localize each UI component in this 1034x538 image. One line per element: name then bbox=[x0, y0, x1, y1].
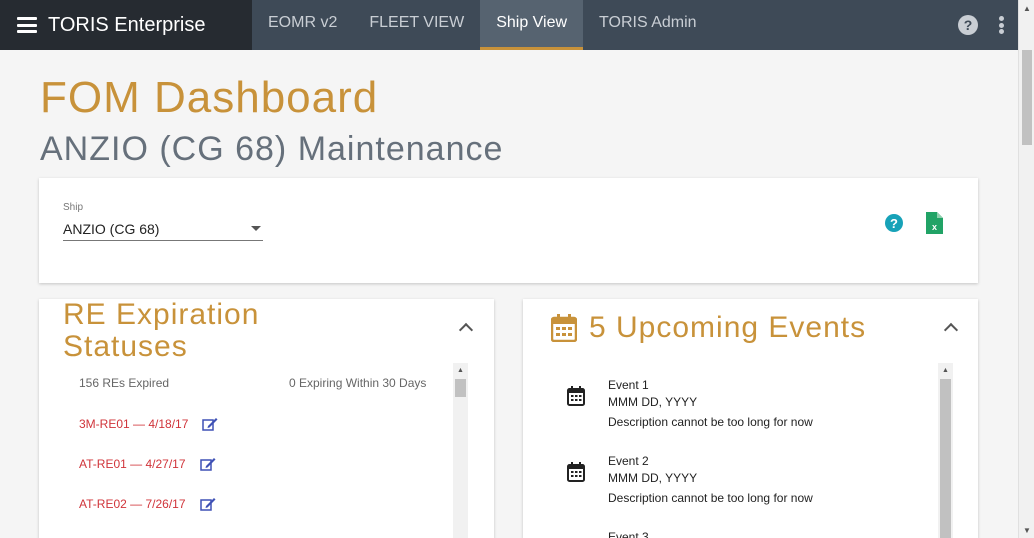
re-item-link[interactable]: AT-RE01 — 4/27/17 bbox=[79, 457, 186, 471]
collapse-chevron-icon[interactable] bbox=[943, 322, 959, 338]
excel-file-icon[interactable]: x bbox=[925, 212, 943, 234]
expiring-count: 0 Expiring Within 30 Days bbox=[289, 376, 427, 390]
tab-ship-view[interactable]: Ship View bbox=[480, 0, 584, 50]
hamburger-menu-icon[interactable] bbox=[17, 17, 37, 33]
calendar-icon bbox=[567, 462, 585, 482]
re-item-link[interactable]: AT-RE02 — 7/26/17 bbox=[79, 497, 186, 511]
calendar-icon bbox=[551, 314, 577, 342]
upcoming-events-panel: 5 Upcoming Events Event 1 MMM DD, YYYY D… bbox=[523, 299, 978, 538]
list-item: 3M-RE01 — 4/18/17 bbox=[79, 414, 218, 434]
brand: TORIS Enterprise bbox=[0, 0, 252, 50]
event-date: MMM DD, YYYY bbox=[608, 471, 698, 485]
scrollbar-thumb[interactable] bbox=[940, 379, 951, 538]
event-name: Event 1 bbox=[608, 378, 649, 392]
page-subtitle: ANZIO (CG 68) Maintenance bbox=[40, 130, 504, 168]
event-date: MMM DD, YYYY bbox=[608, 395, 698, 409]
scroll-up-arrow-icon[interactable]: ▲ bbox=[1019, 0, 1034, 16]
help-icon[interactable]: ? bbox=[885, 214, 903, 232]
re-panel-title: RE Expiration Statuses bbox=[63, 299, 259, 363]
event-name: Event 2 bbox=[608, 454, 649, 468]
tab-fleet-view[interactable]: FLEET VIEW bbox=[353, 0, 480, 50]
svg-text:x: x bbox=[932, 222, 937, 232]
re-panel-title-line1: RE Expiration bbox=[63, 298, 260, 331]
tab-eomr-v2[interactable]: EOMR v2 bbox=[252, 0, 353, 50]
top-navbar: TORIS Enterprise EOMR v2 FLEET VIEW Ship… bbox=[0, 0, 1018, 50]
app-title[interactable]: TORIS Enterprise bbox=[48, 14, 205, 37]
event-description: Description cannot be too long for now bbox=[608, 491, 813, 505]
ship-select-value: ANZIO (CG 68) bbox=[63, 221, 160, 237]
more-vertical-icon[interactable] bbox=[998, 16, 1004, 34]
scroll-up-arrow-icon[interactable]: ▲ bbox=[453, 363, 468, 377]
scroll-up-arrow-icon[interactable]: ▲ bbox=[938, 363, 953, 377]
events-list-scrollbar[interactable]: ▲ bbox=[938, 363, 953, 538]
collapse-chevron-icon[interactable] bbox=[458, 322, 474, 338]
page-scrollbar[interactable]: ▲ ▼ bbox=[1018, 0, 1034, 538]
edit-icon[interactable] bbox=[199, 497, 216, 511]
expired-count: 156 REs Expired bbox=[79, 376, 170, 390]
list-item: AT-RE02 — 7/26/17 bbox=[79, 494, 216, 514]
events-panel-title: 5 Upcoming Events bbox=[589, 311, 867, 344]
topbar-actions: ? bbox=[958, 0, 1018, 50]
page-title: FOM Dashboard bbox=[40, 73, 379, 122]
scroll-down-arrow-icon[interactable]: ▼ bbox=[1019, 522, 1034, 538]
ship-selector-card: Ship ANZIO (CG 68) ? x bbox=[39, 178, 978, 283]
ship-select[interactable]: ANZIO (CG 68) bbox=[63, 218, 263, 241]
events-header: 5 Upcoming Events bbox=[551, 311, 866, 345]
calendar-icon bbox=[567, 386, 585, 406]
help-icon[interactable]: ? bbox=[958, 15, 978, 35]
scrollbar-thumb[interactable] bbox=[1022, 50, 1032, 145]
re-panel-title-line2: Statuses bbox=[63, 330, 188, 363]
tab-toris-admin[interactable]: TORIS Admin bbox=[583, 0, 713, 50]
re-expiration-panel: RE Expiration Statuses 156 REs Expired 0… bbox=[39, 299, 494, 538]
list-item: AT-RE01 — 4/27/17 bbox=[79, 454, 216, 474]
scrollbar-thumb[interactable] bbox=[455, 379, 466, 397]
re-list-scrollbar[interactable]: ▲ bbox=[453, 363, 468, 538]
ship-label: Ship bbox=[63, 202, 84, 213]
event-name: Event 3 bbox=[608, 530, 649, 538]
re-item-link[interactable]: 3M-RE01 — 4/18/17 bbox=[79, 417, 188, 431]
dropdown-caret-icon bbox=[251, 226, 261, 231]
event-description: Description cannot be too long for now bbox=[608, 415, 813, 429]
edit-icon[interactable] bbox=[202, 417, 218, 431]
edit-icon[interactable] bbox=[199, 457, 216, 471]
nav-tabs: EOMR v2 FLEET VIEW Ship View TORIS Admin bbox=[252, 0, 713, 50]
